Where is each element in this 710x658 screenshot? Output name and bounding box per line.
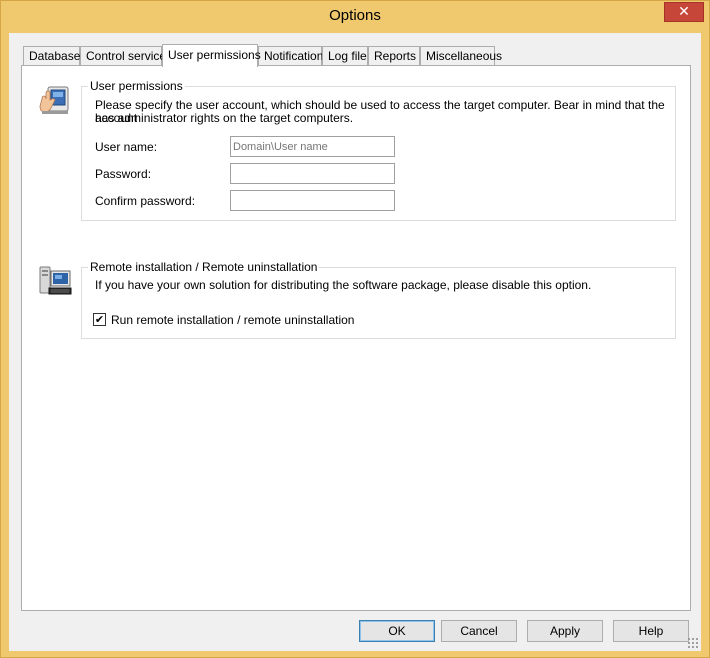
tab-user-permissions[interactable]: User permissions <box>162 44 261 67</box>
resize-grip-icon[interactable] <box>687 637 699 649</box>
tab-control-service[interactable]: Control service <box>80 46 166 66</box>
user-permissions-description-line2: has administrator rights on the target c… <box>95 111 354 125</box>
confirm-password-input[interactable] <box>230 190 395 211</box>
ok-button[interactable]: OK <box>359 620 435 642</box>
apply-button[interactable]: Apply <box>527 620 603 642</box>
close-icon: ✕ <box>678 4 690 20</box>
tab-database[interactable]: Database <box>23 46 80 66</box>
user-permissions-legend: User permissions <box>88 79 185 93</box>
tab-log-file[interactable]: Log file <box>322 46 368 66</box>
dialog-client-area: Database Control service User permission… <box>9 33 701 651</box>
tab-panel-user-permissions: User permissions Please specify the user… <box>21 65 691 611</box>
computer-icon <box>38 264 72 298</box>
remote-installation-legend: Remote installation / Remote uninstallat… <box>88 260 320 274</box>
window-title: Options <box>329 7 381 24</box>
confirm-password-label: Confirm password: <box>95 194 196 208</box>
close-button[interactable]: ✕ <box>664 2 704 22</box>
title-bar[interactable]: Options ✕ <box>1 1 709 33</box>
password-input[interactable] <box>230 163 395 184</box>
remote-installation-description: If you have your own solution for distri… <box>95 278 592 292</box>
username-input[interactable] <box>230 136 395 157</box>
run-remote-installation-checkbox[interactable]: ✔ <box>93 313 106 326</box>
user-permissions-group: User permissions Please specify the user… <box>81 79 676 221</box>
remote-installation-group: Remote installation / Remote uninstallat… <box>81 260 676 339</box>
checkmark-icon: ✔ <box>94 313 105 326</box>
tab-miscellaneous[interactable]: Miscellaneous <box>420 46 502 66</box>
help-button[interactable]: Help <box>613 620 689 642</box>
tab-reports[interactable]: Reports <box>368 46 420 66</box>
tab-notification[interactable]: Notification <box>258 46 323 66</box>
run-remote-installation-label[interactable]: Run remote installation / remote uninsta… <box>111 313 354 327</box>
password-label: Password: <box>95 167 152 181</box>
username-label: User name: <box>95 140 158 154</box>
options-window: Options ✕ Database Control service User … <box>0 0 710 658</box>
user-hand-icon <box>38 83 72 117</box>
cancel-button[interactable]: Cancel <box>441 620 517 642</box>
